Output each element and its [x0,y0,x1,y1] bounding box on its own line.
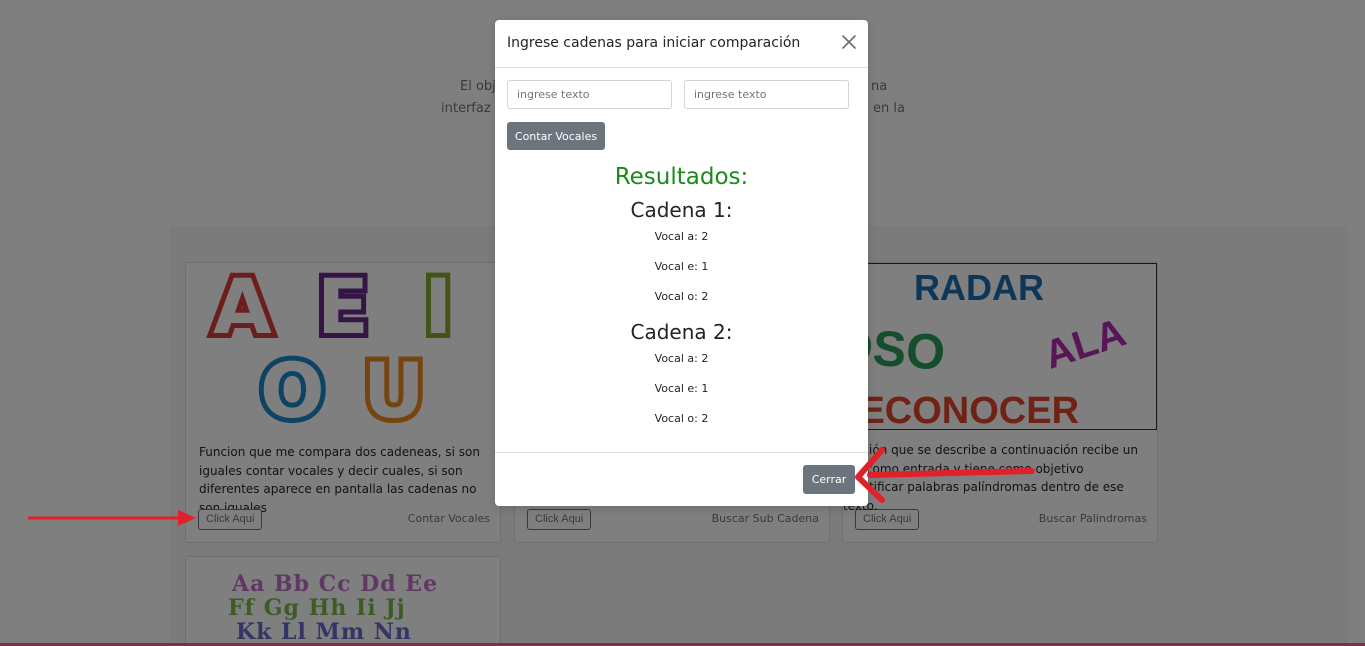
annotation-arrows [28,447,1035,526]
arrow-left-icon [28,510,196,526]
arrow-cerrar-icon [855,447,1035,503]
